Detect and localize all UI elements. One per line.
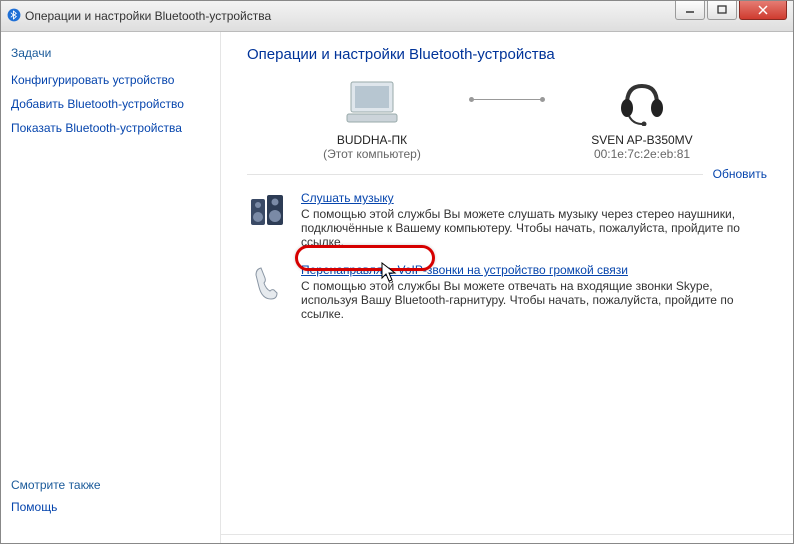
- service-voip-link[interactable]: Перенаправлять VoIP-звонки на устройство…: [301, 263, 628, 277]
- refresh-row: Обновить: [247, 167, 767, 181]
- service-listen-music-link[interactable]: Слушать музыку: [301, 191, 394, 205]
- service-listen-music: Слушать музыку С помощью этой службы Вы …: [247, 191, 767, 249]
- device-remote-name: SVEN AP-B350MV: [591, 133, 692, 147]
- bluetooth-icon: [7, 8, 21, 25]
- devices-row: BUDDHA-ПК (Этот компьютер) SVE: [247, 77, 767, 161]
- computer-icon: [342, 77, 402, 127]
- close-button[interactable]: [739, 1, 787, 20]
- device-host-name: BUDDHA-ПК: [337, 133, 407, 147]
- client-area: Задачи Конфигурировать устройство Добави…: [1, 32, 793, 543]
- sidebar-heading-tasks: Задачи: [11, 46, 210, 60]
- page-title: Операции и настройки Bluetooth-устройств…: [247, 46, 767, 63]
- sidebar-item-show[interactable]: Показать Bluetooth-устройства: [11, 121, 210, 135]
- device-remote-mac: 00:1e:7c:2e:eb:81: [594, 147, 690, 161]
- device-host-sub: (Этот компьютер): [323, 147, 421, 161]
- main-panel: Операции и настройки Bluetooth-устройств…: [221, 32, 793, 543]
- maximize-button[interactable]: [707, 1, 737, 20]
- sidebar: Задачи Конфигурировать устройство Добави…: [1, 32, 221, 543]
- divider: [247, 174, 703, 175]
- service-voip: Перенаправлять VoIP-звонки на устройство…: [247, 263, 767, 321]
- sidebar-item-help[interactable]: Помощь: [11, 500, 210, 514]
- refresh-link[interactable]: Обновить: [713, 167, 767, 181]
- sidebar-heading-seealso: Смотрите также: [11, 478, 210, 492]
- minimize-button[interactable]: [675, 1, 705, 20]
- sidebar-item-configure[interactable]: Конфигурировать устройство: [11, 73, 210, 87]
- window-title: Операции и настройки Bluetooth-устройств…: [25, 9, 271, 23]
- connection-line: [472, 99, 542, 100]
- window-controls: [675, 1, 793, 31]
- device-host: BUDDHA-ПК (Этот компьютер): [292, 77, 452, 161]
- service-voip-desc: С помощью этой службы Вы можете отвечать…: [301, 279, 767, 321]
- speakers-icon: [247, 191, 287, 231]
- divider: [221, 534, 793, 535]
- service-listen-music-desc: С помощью этой службы Вы можете слушать …: [301, 207, 767, 249]
- phone-handset-icon: [247, 263, 287, 303]
- device-remote: SVEN AP-B350MV 00:1e:7c:2e:eb:81: [562, 77, 722, 161]
- titlebar[interactable]: Операции и настройки Bluetooth-устройств…: [1, 1, 793, 32]
- window: Операции и настройки Bluetooth-устройств…: [1, 1, 793, 543]
- headset-icon: [612, 77, 672, 127]
- sidebar-item-add[interactable]: Добавить Bluetooth-устройство: [11, 97, 210, 111]
